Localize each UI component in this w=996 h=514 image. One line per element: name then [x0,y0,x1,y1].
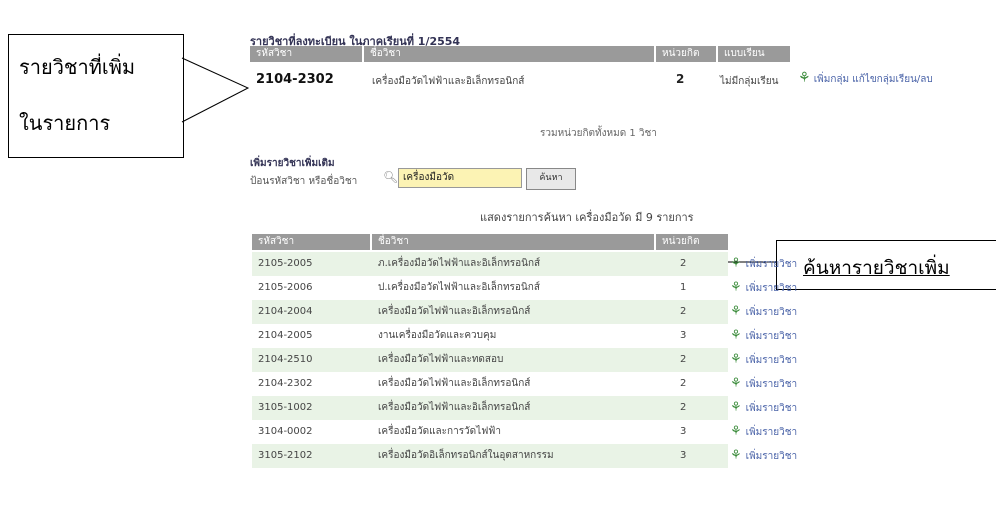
results-header-credit: หน่วยกิต [656,234,728,250]
registered-summary: รวมหน่วยกิตทั้งหมด 1 วิชา [540,128,657,139]
add-subject-icon: ⚘ [730,376,742,391]
add-subject-link[interactable]: เพิ่มรายวิชา [746,259,797,270]
registered-header-code: รหัสวิชา [250,46,362,62]
row-code: 3105-2102 [258,450,313,461]
row-credit: 2 [680,354,687,365]
add-subject-action[interactable]: ⚘ เพิ่มรายวิชา [730,300,797,324]
row-name: เครื่องมือวัดไฟฟ้าและอิเล็กทรอนิกส์ [378,402,531,413]
results-header-code: รหัสวิชา [252,234,370,250]
table-row: 3105-2102 เครื่องมือวัดอิเล็กทรอนิกส์ในอ… [252,444,728,468]
row-code: 2104-2005 [258,330,313,341]
add-group-icon: ⚘ [798,70,811,86]
table-row: 2105-2006 ป.เครื่องมือวัดไฟฟ้าและอิเล็กท… [252,276,728,300]
add-subject-icon: ⚘ [730,304,742,319]
row-code: 3104-0002 [258,426,313,437]
add-subject-link[interactable]: เพิ่มรายวิชา [746,427,797,438]
registered-header-credit: หน่วยกิต [656,46,716,62]
table-row: 3105-1002 เครื่องมือวัดไฟฟ้าและอิเล็กทรอ… [252,396,728,420]
registered-code: 2104-2302 [256,72,334,87]
row-name: เครื่องมือวัดไฟฟ้าและทดสอบ [378,354,504,365]
add-subject-icon: ⚘ [730,352,742,367]
registered-action-link[interactable]: เพิ่มกลุ่ม แก้ไขกลุ่มเรียน/ลบ [814,74,933,85]
row-code: 2104-2004 [258,306,313,317]
search-section-title: เพิ่มรายวิชาเพิ่มเติม [250,158,335,169]
registered-type: ไม่มีกลุ่มเรียน [720,76,779,87]
add-subject-link[interactable]: เพิ่มรายวิชา [746,307,797,318]
search-input[interactable]: เครื่องมือวัด [398,168,522,188]
add-subject-icon: ⚘ [730,400,742,415]
table-row: 2104-2005 งานเครื่องมือวัดและควบคุม 3 [252,324,728,348]
row-name: เครื่องมือวัดและการวัดไฟฟ้า [378,426,501,437]
add-subject-action[interactable]: ⚘ เพิ่มรายวิชา [730,252,797,276]
registered-header: รหัสวิชา ชื่อวิชา หน่วยกิต แบบเรียน [250,46,790,62]
row-name: เครื่องมือวัดอิเล็กทรอนิกส์ในอุตสาหกรรม [378,450,554,461]
search-label: ป้อนรหัสวิชา หรือชื่อวิชา [250,176,358,187]
row-credit: 3 [680,330,687,341]
row-name: ภ.เครื่องมือวัดไฟฟ้าและอิเล็กทรอนิกส์ [378,258,541,269]
row-credit: 2 [680,378,687,389]
search-button[interactable]: ค้นหา [526,168,576,190]
row-code: 2105-2005 [258,258,313,269]
add-subject-action[interactable]: ⚘ เพิ่มรายวิชา [730,420,797,444]
row-name: ป.เครื่องมือวัดไฟฟ้าและอิเล็กทรอนิกส์ [378,282,540,293]
registered-credit: 2 [676,72,685,86]
add-subject-icon: ⚘ [730,448,742,463]
search-icon: 🔍︎ [383,170,399,184]
row-code: 2104-2510 [258,354,313,365]
registered-name: เครื่องมือวัดไฟฟ้าและอิเล็กทรอนิกส์ [372,76,525,87]
row-name: เครื่องมือวัดไฟฟ้าและอิเล็กทรอนิกส์ [378,378,531,389]
add-subject-link[interactable]: เพิ่มรายวิชา [746,331,797,342]
table-row: 3104-0002 เครื่องมือวัดและการวัดไฟฟ้า 3 [252,420,728,444]
add-subject-action[interactable]: ⚘ เพิ่มรายวิชา [730,372,797,396]
row-name: เครื่องมือวัดไฟฟ้าและอิเล็กทรอนิกส์ [378,306,531,317]
add-subject-link[interactable]: เพิ่มรายวิชา [746,355,797,366]
add-subject-link[interactable]: เพิ่มรายวิชา [746,451,797,462]
row-credit: 2 [680,402,687,413]
row-code: 3105-1002 [258,402,313,413]
table-row: 2104-2302 เครื่องมือวัดไฟฟ้าและอิเล็กทรอ… [252,372,728,396]
add-subject-action[interactable]: ⚘ เพิ่มรายวิชา [730,324,797,348]
row-credit: 3 [680,450,687,461]
add-subject-icon: ⚘ [730,424,742,439]
row-credit: 1 [680,282,687,293]
add-subject-icon: ⚘ [730,328,742,343]
add-subject-action[interactable]: ⚘ เพิ่มรายวิชา [730,396,797,420]
add-subject-link[interactable]: เพิ่มรายวิชา [746,403,797,414]
row-code: 2104-2302 [258,378,313,389]
connector-added [181,57,250,123]
table-row: 2104-2004 เครื่องมือวัดไฟฟ้าและอิเล็กทรอ… [252,300,728,324]
table-row: 2104-2510 เครื่องมือวัดไฟฟ้าและทดสอบ 2 [252,348,728,372]
row-code: 2105-2006 [258,282,313,293]
add-subject-action[interactable]: ⚘ เพิ่มรายวิชา [730,348,797,372]
row-name: งานเครื่องมือวัดและควบคุม [378,330,497,341]
add-subject-link[interactable]: เพิ่มรายวิชา [746,379,797,390]
row-credit: 3 [680,426,687,437]
results-header-name: ชื่อวิชา [372,234,654,250]
add-subject-link[interactable]: เพิ่มรายวิชา [746,283,797,294]
add-subject-action[interactable]: ⚘ เพิ่มรายวิชา [730,276,797,300]
registered-action[interactable]: ⚘ เพิ่มกลุ่ม แก้ไขกลุ่มเรียน/ลบ [798,70,933,87]
results-header: รหัสวิชา ชื่อวิชา หน่วยกิต [252,234,728,250]
registered-header-type: แบบเรียน [718,46,790,62]
table-row: 2105-2005 ภ.เครื่องมือวัดไฟฟ้าและอิเล็กท… [252,252,728,276]
add-subject-action[interactable]: ⚘ เพิ่มรายวิชา [730,444,797,468]
add-subject-icon: ⚘ [730,280,742,295]
registered-row: 2104-2302 เครื่องมือวัดไฟฟ้าและอิเล็กทรอ… [250,68,990,94]
registered-header-name: ชื่อวิชา [364,46,654,62]
row-credit: 2 [680,306,687,317]
row-credit: 2 [680,258,687,269]
search-result-text: แสดงรายการค้นหา เครื่องมือวัด มี 9 รายกา… [480,211,694,224]
add-subject-icon: ⚘ [730,256,742,271]
